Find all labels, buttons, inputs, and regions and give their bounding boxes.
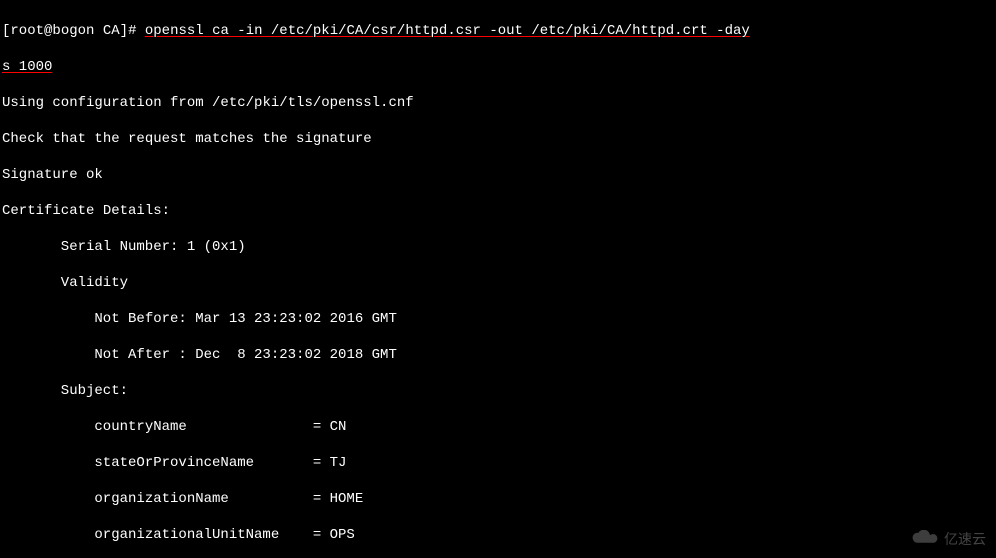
subject-state-label: stateOrProvinceName [94, 454, 312, 472]
watermark-text: 亿速云 [944, 530, 986, 548]
cloud-icon [910, 530, 940, 548]
subject-ou-value: = OPS [313, 527, 355, 543]
prompt-host: bogon [52, 23, 94, 39]
subject-org-label: organizationName [94, 490, 312, 508]
prompt-user: root [10, 23, 44, 39]
output-line: Using configuration from /etc/pki/tls/op… [2, 94, 994, 112]
output-line: Check that the request matches the signa… [2, 130, 994, 148]
subject-label: Subject: [61, 383, 128, 399]
terminal-output[interactable]: [root@bogon CA]# openssl ca -in /etc/pki… [0, 0, 996, 558]
subject-country-value: = CN [313, 419, 347, 435]
prompt-line[interactable]: [root@bogon CA]# openssl ca -in /etc/pki… [2, 22, 994, 40]
subject-row: stateOrProvinceName= TJ [2, 454, 994, 472]
output-line: Signature ok [2, 166, 994, 184]
subject-org-value: = HOME [313, 491, 363, 507]
output-line: Certificate Details: [2, 202, 994, 220]
subject-row: organizationName= HOME [2, 490, 994, 508]
output-line: Validity [2, 274, 994, 292]
prompt-cwd: CA [103, 23, 120, 39]
subject-state-value: = TJ [313, 455, 347, 471]
serial-number: Serial Number: 1 (0x1) [61, 239, 246, 255]
subject-country-label: countryName [94, 418, 312, 436]
prompt-symbol: # [128, 23, 136, 39]
output-line: Serial Number: 1 (0x1) [2, 238, 994, 256]
output-line: Not After : Dec 8 23:23:02 2018 GMT [2, 346, 994, 364]
validity-label: Validity [61, 275, 128, 291]
subject-ou-label: organizationalUnitName [94, 526, 312, 544]
subject-row: countryName= CN [2, 418, 994, 436]
not-after: Not After : Dec 8 23:23:02 2018 GMT [94, 347, 396, 363]
not-before: Not Before: Mar 13 23:23:02 2016 GMT [94, 311, 396, 327]
command-wrap[interactable]: s 1000 [2, 58, 994, 76]
output-line: Subject: [2, 382, 994, 400]
watermark: 亿速云 [910, 530, 986, 548]
output-line: Not Before: Mar 13 23:23:02 2016 GMT [2, 310, 994, 328]
subject-row: organizationalUnitName= OPS [2, 526, 994, 544]
command-text-2[interactable]: s 1000 [2, 59, 52, 75]
command-text-1[interactable]: openssl ca -in /etc/pki/CA/csr/httpd.csr… [145, 23, 750, 39]
